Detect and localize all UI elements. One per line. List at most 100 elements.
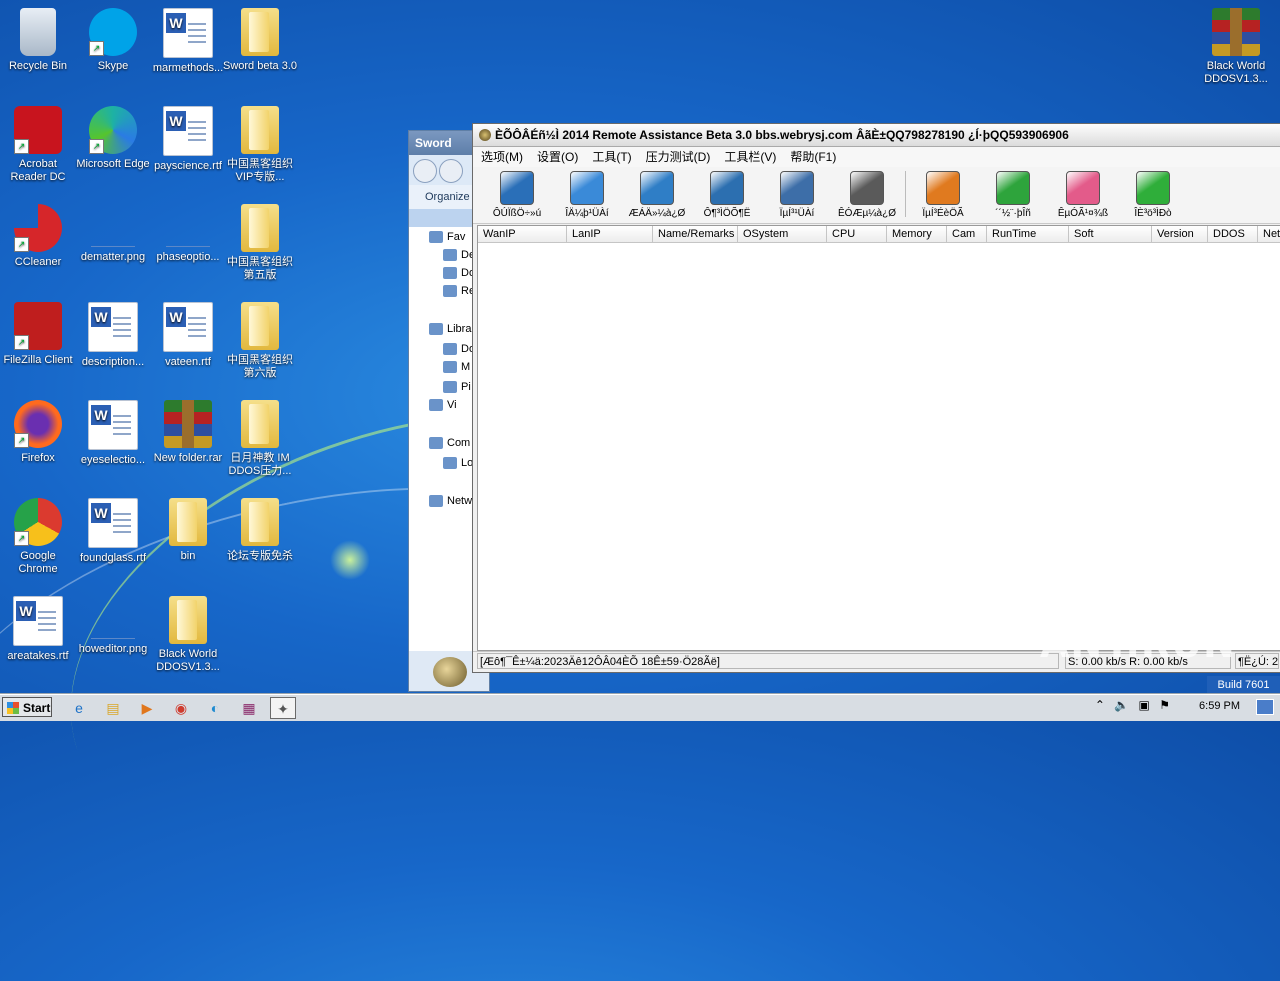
- explorer-nav-item[interactable]: Netw: [429, 495, 472, 508]
- toolbar-button-label: ÎÄ¼þ¹ÜÀí: [565, 208, 609, 219]
- column-header[interactable]: Version: [1152, 226, 1208, 242]
- column-header[interactable]: WanIP: [478, 226, 567, 242]
- desktop-icon[interactable]: ↗ Google Chrome: [0, 498, 76, 576]
- column-header[interactable]: Name/Remarks: [653, 226, 738, 242]
- desktop-icon[interactable]: 中国黑客组织VIP专版...: [222, 106, 298, 184]
- explorer-nav-item[interactable]: Re: [443, 285, 475, 298]
- desktop-icon[interactable]: Black World DDOSV1.3...: [150, 596, 226, 674]
- menu-item[interactable]: 压力测试(D): [638, 150, 717, 164]
- network-icon[interactable]: ▣: [1139, 698, 1150, 712]
- toolbar-button[interactable]: ÎÈ³ö³ÌÐò: [1113, 169, 1193, 219]
- desktop-icon[interactable]: ↗ CCleaner: [0, 204, 76, 269]
- desktop-icon[interactable]: phaseoptio...: [150, 204, 226, 264]
- desktop-icon[interactable]: vateen.rtf: [150, 302, 226, 369]
- toolbar-button[interactable]: ÊÓÆµ¼à¿Ø: [827, 169, 907, 219]
- anyrun-watermark: ANY.RUN: [1040, 622, 1236, 666]
- explorer-nav-item[interactable]: Vi: [429, 399, 457, 412]
- menu-item[interactable]: 工具栏(V): [716, 150, 782, 164]
- desktop-icon[interactable]: foundglass.rtf: [75, 498, 151, 565]
- menu-item[interactable]: 设置(O): [529, 150, 584, 164]
- toolbar-button[interactable]: ÏµÍ³ÉèÖÃ: [903, 169, 983, 219]
- explorer-nav-item[interactable]: Do: [443, 343, 475, 356]
- column-header[interactable]: Memory: [887, 226, 947, 242]
- desktop-icon[interactable]: ↗ Acrobat Reader DC: [0, 106, 76, 184]
- explorer-nav-item[interactable]: Fav: [429, 231, 466, 244]
- menu-item[interactable]: 帮助(F1): [782, 150, 842, 164]
- column-header[interactable]: Soft: [1069, 226, 1152, 242]
- desktop-icon[interactable]: Black World DDOSV1.3...: [1198, 8, 1274, 86]
- desktop-icon[interactable]: Recycle Bin: [0, 8, 76, 73]
- desktop-icon[interactable]: dematter.png: [75, 204, 151, 264]
- explorer-icon[interactable]: ▤: [100, 697, 126, 719]
- toolbar-button[interactable]: ´´½¨·þÎñ: [973, 169, 1053, 219]
- menu-item[interactable]: 工具(T): [584, 150, 637, 164]
- desktop-icon-label: FileZilla Client: [3, 354, 73, 366]
- remote-assistance-window[interactable]: ÈÕÔÂÉñ½Ì 2014 Remote Assistance Beta 3.0…: [472, 123, 1280, 673]
- wallpaper-glow: [330, 540, 370, 580]
- edge-icon[interactable]: ◐: [202, 697, 228, 719]
- desktop-icon-label: bin: [180, 550, 196, 562]
- show-hidden-icons-icon[interactable]: ⌃: [1095, 698, 1105, 712]
- explorer-nav-item[interactable]: Libra: [429, 323, 471, 336]
- explorer-nav-item[interactable]: Com: [429, 437, 470, 450]
- ie-icon[interactable]: e: [66, 697, 92, 719]
- desktop-icon[interactable]: 中国黑客组织第六版: [222, 302, 298, 380]
- media-player-icon[interactable]: ▶: [134, 697, 160, 719]
- volume-icon[interactable]: 🔈: [1114, 698, 1129, 712]
- column-header[interactable]: Netcard: [1258, 226, 1280, 242]
- column-header[interactable]: RunTime: [987, 226, 1069, 242]
- forward-icon[interactable]: [439, 159, 463, 183]
- action-center-flag-icon[interactable]: ⚑: [1159, 698, 1170, 712]
- chrome-icon[interactable]: ◉: [168, 697, 194, 719]
- desktop-icon-label: Acrobat Reader DC: [10, 158, 66, 183]
- desktop-icon[interactable]: ↗ Firefox: [0, 400, 76, 465]
- clock[interactable]: 6:59 PM: [1199, 700, 1240, 712]
- window-title[interactable]: ÈÕÔÂÉñ½Ì 2014 Remote Assistance Beta 3.0…: [473, 124, 1280, 147]
- start-button[interactable]: Start: [2, 697, 52, 717]
- column-header[interactable]: OSystem: [738, 226, 827, 242]
- desktop-icon[interactable]: 日月神教 IM DDOS压力...: [222, 400, 298, 478]
- desktop-icon[interactable]: 论坛专版免杀: [222, 498, 298, 563]
- toolbar-button[interactable]: ÆÁÄ»¼à¿Ø: [617, 169, 697, 219]
- column-header[interactable]: CPU: [827, 226, 887, 242]
- back-icon[interactable]: [413, 159, 437, 183]
- explorer-nav-item[interactable]: M: [443, 361, 470, 374]
- desktop-icon[interactable]: ↗ FileZilla Client: [0, 302, 76, 367]
- desktop-icon[interactable]: 中国黑客组织第五版: [222, 204, 298, 282]
- column-header[interactable]: LanIP: [567, 226, 653, 242]
- desktop-icon[interactable]: eyeselectio...: [75, 400, 151, 467]
- nav-item-label: Fav: [447, 231, 466, 243]
- toolbar-button[interactable]: ÊµÓÃ¹¤¾ß: [1043, 169, 1123, 219]
- toolbar-button[interactable]: ÎÄ¼þ¹ÜÀí: [547, 169, 627, 219]
- explorer-nav-item[interactable]: Pi: [443, 381, 471, 394]
- explorer-nav-item[interactable]: Lo: [443, 457, 473, 470]
- toolbar-button[interactable]: ÏµÍ³¹ÜÀí: [757, 169, 837, 219]
- explorer-nav-item[interactable]: De: [443, 249, 475, 262]
- remote-assistance-icon[interactable]: ✦: [270, 697, 296, 719]
- desktop-icon[interactable]: howeditor.png: [75, 596, 151, 656]
- explorer-nav-item[interactable]: Do: [443, 267, 475, 280]
- desktop-icon-label: vateen.rtf: [165, 356, 211, 368]
- desktop-icon[interactable]: marmethods...: [150, 8, 226, 75]
- winrar-icon[interactable]: ▦: [236, 697, 262, 719]
- desktop-icon[interactable]: payscience.rtf: [150, 106, 226, 173]
- desktop-icon[interactable]: bin: [150, 498, 226, 563]
- desktop-icon-label: Black World DDOSV1.3...: [1204, 60, 1268, 85]
- column-header[interactable]: Cam: [947, 226, 987, 242]
- desktop-icon[interactable]: description...: [75, 302, 151, 369]
- status-port: ¶Ë¿Ú: 20: [1235, 653, 1279, 669]
- folder-icon: [241, 400, 279, 448]
- toolbar-button[interactable]: Ô¶³ÌÖÕ¶Ë: [687, 169, 767, 219]
- desktop-icon[interactable]: Sword beta 3.0: [222, 8, 298, 73]
- desktop-icon[interactable]: areatakes.rtf: [0, 596, 76, 663]
- desktop-icon[interactable]: ↗ Microsoft Edge: [75, 106, 151, 171]
- column-header[interactable]: DDOS: [1208, 226, 1258, 242]
- menu-item[interactable]: 选项(M): [473, 150, 529, 164]
- desktop-icon[interactable]: New folder.rar: [150, 400, 226, 465]
- show-desktop-button[interactable]: [1256, 699, 1274, 715]
- desktop-icon[interactable]: ↗ Skype: [75, 8, 151, 73]
- word-document-icon: [163, 8, 213, 58]
- desktop-icon-label: CCleaner: [14, 256, 62, 268]
- toolbar-button[interactable]: ÔÚÏßÖ÷»ú: [477, 169, 557, 219]
- client-list[interactable]: WanIP LanIP Name/Remarks OSystem CPU Memory Ca…: [477, 225, 1280, 651]
